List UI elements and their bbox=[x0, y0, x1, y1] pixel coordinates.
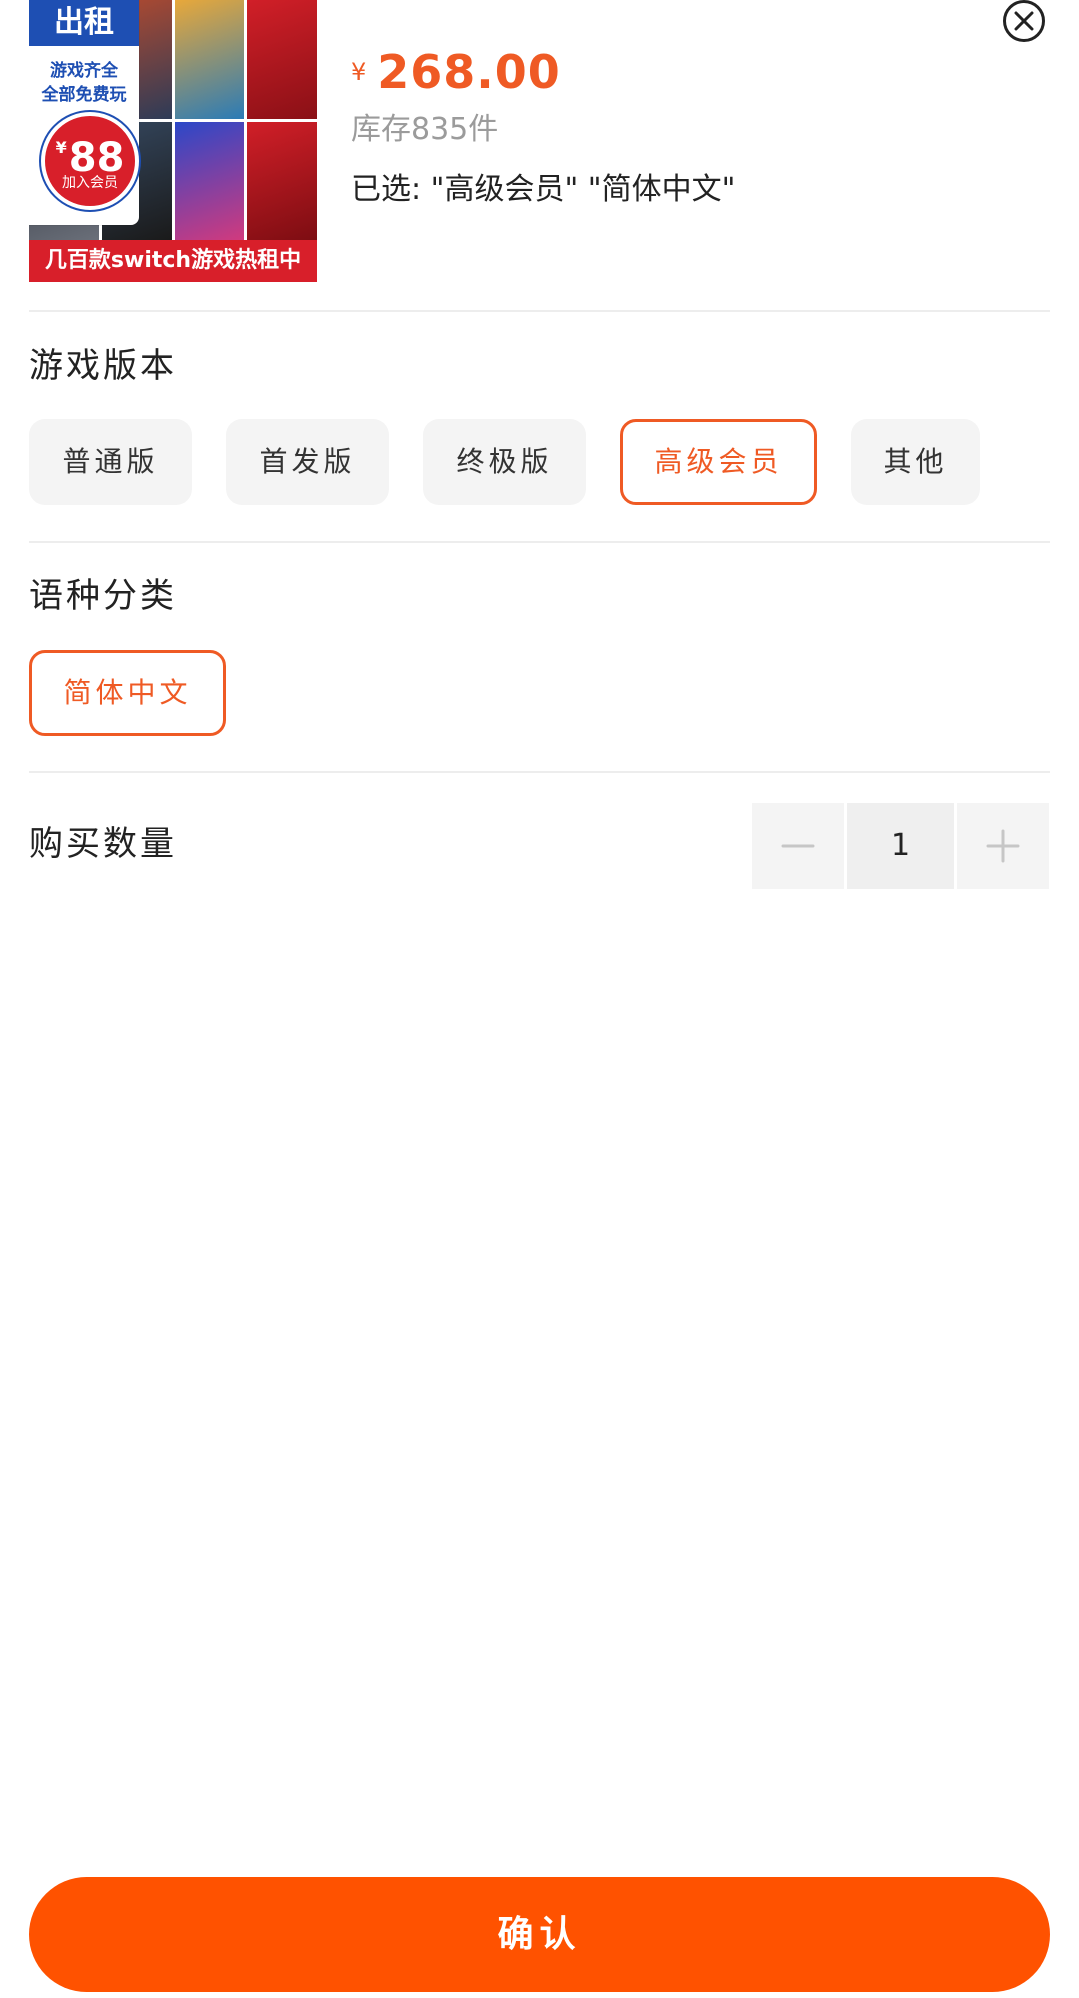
badge-join-text: 加入会员 bbox=[62, 175, 118, 191]
version-option-launch[interactable]: 首发版 bbox=[226, 419, 389, 505]
badge-line-2: 全部免费玩 bbox=[41, 85, 127, 105]
close-icon bbox=[1014, 11, 1034, 31]
selected-options-summary: 已选: "高级会员" "简体中文" bbox=[351, 172, 736, 207]
divider bbox=[29, 771, 1050, 773]
divider bbox=[29, 310, 1050, 312]
close-button[interactable] bbox=[1003, 0, 1045, 42]
game-version-title: 游戏版本 bbox=[29, 346, 177, 386]
thumbnail-banner: 几百款switch游戏热租中 bbox=[29, 240, 317, 282]
version-option-standard[interactable]: 普通版 bbox=[29, 419, 192, 505]
thumbnail-rental-badge: 出租 游戏齐全 全部免费玩 ¥88 加入会员 bbox=[29, 0, 139, 225]
language-option-simplified-chinese[interactable]: 简体中文 bbox=[29, 650, 226, 736]
quantity-label: 购买数量 bbox=[29, 824, 177, 864]
price-value: 268.00 bbox=[377, 45, 561, 99]
badge-title: 出租 bbox=[29, 0, 139, 46]
quantity-decrease-button[interactable] bbox=[752, 803, 844, 889]
badge-currency: ¥ bbox=[55, 138, 67, 157]
product-thumbnail: 出租 游戏齐全 全部免费玩 ¥88 加入会员 几百款switch游戏热租中 bbox=[29, 0, 317, 282]
stock-count: 库存835件 bbox=[351, 112, 499, 147]
confirm-button[interactable]: 确认 bbox=[29, 1877, 1050, 1992]
price-currency: ¥ bbox=[351, 58, 368, 86]
badge-line-1: 游戏齐全 bbox=[50, 61, 118, 81]
version-option-ultimate[interactable]: 终极版 bbox=[423, 419, 586, 505]
game-cover-tile bbox=[247, 121, 317, 240]
language-title: 语种分类 bbox=[29, 576, 177, 616]
version-option-premium-member[interactable]: 高级会员 bbox=[620, 419, 817, 505]
game-cover-tile bbox=[247, 0, 317, 119]
quantity-increase-button[interactable] bbox=[957, 803, 1049, 889]
quantity-stepper: 1 bbox=[752, 803, 1050, 889]
quantity-value[interactable]: 1 bbox=[847, 803, 954, 889]
game-cover-tile bbox=[174, 121, 245, 240]
product-price: ¥268.00 bbox=[351, 46, 561, 98]
plus-icon bbox=[986, 829, 1020, 863]
minus-icon bbox=[781, 844, 815, 848]
game-cover-tile bbox=[174, 0, 245, 119]
divider bbox=[29, 541, 1050, 543]
badge-price-circle: ¥88 加入会员 bbox=[41, 112, 139, 210]
version-option-other[interactable]: 其他 bbox=[851, 419, 980, 505]
